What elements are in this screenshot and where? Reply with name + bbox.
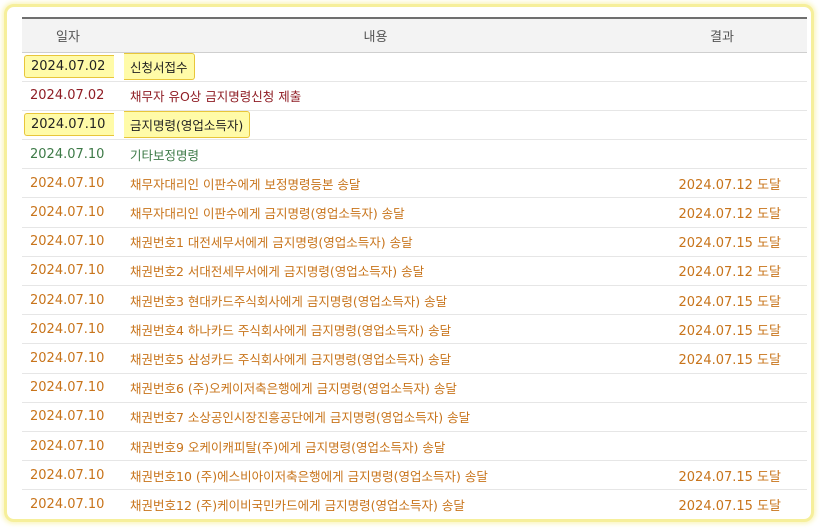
- row-content: 채무자대리인 이판수에게 보정명령등본 송달: [114, 168, 637, 199]
- row-date: 2024.07.10: [22, 431, 114, 462]
- row-result: 2024.07.12 도달: [637, 197, 807, 228]
- table-row: 2024.07.10 채권번호9 오케이캐피탈(주)에게 금지명령(영업소득자) …: [22, 431, 807, 462]
- row-date: 2024.07.10: [22, 314, 114, 345]
- table-row: 2024.07.10 기타보정명령: [22, 139, 807, 170]
- row-result: 2024.07.15 도달: [637, 343, 807, 374]
- case-progress-table: 일자 내용 결과 2024.07.02 신청서접수 2024.07.02 채무자 유O…: [22, 17, 807, 519]
- row-date: 2024.07.10: [22, 402, 114, 432]
- row-content: 채권번호10 (주)에스비아이저축은행에게 금지명령(영업소득자) 송달: [114, 460, 637, 491]
- row-date: 2024.07.10: [22, 227, 114, 257]
- table-row: 2024.07.10 채권번호10 (주)에스비아이저축은행에게 금지명령(영업소…: [22, 460, 807, 491]
- table-row: 2024.07.10 채권번호2 서대전세무서에게 금지명령(영업소득자) 송달 2…: [22, 256, 807, 287]
- row-date: 2024.07.10: [22, 110, 114, 141]
- row-date: 2024.07.10: [22, 168, 114, 199]
- table-row: 2024.07.10 채무자대리인 이판수에게 보정명령등본 송달 2024.07.…: [22, 168, 807, 199]
- row-content: 채무자대리인 이판수에게 금지명령(영업소득자) 송달: [114, 197, 637, 228]
- row-date: 2024.07.10: [22, 256, 114, 287]
- row-result: [637, 52, 807, 82]
- row-content: 채권번호7 소상공인시장진흥공단에게 금지명령(영업소득자) 송달: [114, 402, 637, 432]
- highlighted-content: 신청서접수: [124, 53, 195, 81]
- table-row: 2024.07.10 채권번호12 (주)케이비국민카드에게 금지명령(영업소득자…: [22, 489, 807, 519]
- row-content: 기타보정명령: [114, 139, 637, 170]
- row-date: 2024.07.10: [22, 343, 114, 374]
- header-row: 일자 내용 결과: [22, 17, 807, 53]
- row-date: 2024.07.10: [22, 373, 114, 403]
- row-result: 2024.07.12 도달: [637, 256, 807, 287]
- row-result: 2024.07.15 도달: [637, 460, 807, 491]
- row-date: 2024.07.10: [22, 139, 114, 170]
- row-content: 채권번호2 서대전세무서에게 금지명령(영업소득자) 송달: [114, 256, 637, 287]
- highlighted-date: 2024.07.10: [24, 113, 114, 137]
- row-content: 금지명령(영업소득자): [114, 110, 637, 141]
- row-result: 2024.07.15 도달: [637, 314, 807, 345]
- row-content: 채권번호5 삼성카드 주식회사에게 금지명령(영업소득자) 송달: [114, 343, 637, 374]
- row-result: 2024.07.15 도달: [637, 489, 807, 519]
- table-row: 2024.07.02 신청서접수: [22, 52, 807, 82]
- row-result: [637, 431, 807, 462]
- table-row: 2024.07.10 채권번호7 소상공인시장진흥공단에게 금지명령(영업소득자)…: [22, 402, 807, 432]
- table-row: 2024.07.10 채무자대리인 이판수에게 금지명령(영업소득자) 송달 202…: [22, 197, 807, 228]
- table-row: 2024.07.10 채권번호4 하나카드 주식회사에게 금지명령(영업소득자) …: [22, 314, 807, 345]
- highlighted-content: 금지명령(영업소득자): [124, 111, 251, 139]
- table-body: 2024.07.02 신청서접수 2024.07.02 채무자 유O상 금지명령신청 …: [22, 52, 807, 519]
- table-row: 2024.07.10 채권번호1 대전세무서에게 금지명령(영업소득자) 송달 20…: [22, 227, 807, 257]
- table-row: 2024.07.10 채권번호6 (주)오케이저축은행에게 금지명령(영업소득자)…: [22, 373, 807, 403]
- row-result: [637, 373, 807, 403]
- row-result: [637, 81, 807, 111]
- row-date: 2024.07.02: [22, 52, 114, 82]
- row-result: [637, 402, 807, 432]
- table-row: 2024.07.10 채권번호3 현대카드주식회사에게 금지명령(영업소득자) 송…: [22, 285, 807, 316]
- row-date: 2024.07.02: [22, 81, 114, 111]
- row-content: 채무자 유O상 금지명령신청 제출: [114, 81, 637, 111]
- row-result: 2024.07.12 도달: [637, 168, 807, 199]
- row-date: 2024.07.10: [22, 285, 114, 316]
- row-content: 채권번호4 하나카드 주식회사에게 금지명령(영업소득자) 송달: [114, 314, 637, 345]
- row-result: 2024.07.15 도달: [637, 227, 807, 257]
- row-result: [637, 110, 807, 141]
- row-content: 채권번호1 대전세무서에게 금지명령(영업소득자) 송달: [114, 227, 637, 257]
- row-date: 2024.07.10: [22, 197, 114, 228]
- row-content: 채권번호6 (주)오케이저축은행에게 금지명령(영업소득자) 송달: [114, 373, 637, 403]
- row-content: 신청서접수: [114, 52, 637, 82]
- row-date: 2024.07.10: [22, 460, 114, 491]
- table-row: 2024.07.10 금지명령(영업소득자): [22, 110, 807, 141]
- row-result: [637, 139, 807, 170]
- row-content: 채권번호12 (주)케이비국민카드에게 금지명령(영업소득자) 송달: [114, 489, 637, 519]
- row-date: 2024.07.10: [22, 489, 114, 519]
- header-date: 일자: [22, 17, 114, 53]
- highlight-frame: 일자 내용 결과 2024.07.02 신청서접수 2024.07.02 채무자 유O…: [4, 4, 814, 522]
- table-header: 일자 내용 결과: [22, 17, 807, 53]
- case-progress-table-wrap: 일자 내용 결과 2024.07.02 신청서접수 2024.07.02 채무자 유O…: [22, 17, 807, 519]
- table-row: 2024.07.02 채무자 유O상 금지명령신청 제출: [22, 81, 807, 111]
- table-row: 2024.07.10 채권번호5 삼성카드 주식회사에게 금지명령(영업소득자) …: [22, 343, 807, 374]
- header-result: 결과: [637, 17, 807, 53]
- highlighted-date: 2024.07.02: [24, 55, 114, 79]
- row-content: 채권번호9 오케이캐피탈(주)에게 금지명령(영업소득자) 송달: [114, 431, 637, 462]
- header-content: 내용: [114, 17, 637, 53]
- row-content: 채권번호3 현대카드주식회사에게 금지명령(영업소득자) 송달: [114, 285, 637, 316]
- row-result: 2024.07.15 도달: [637, 285, 807, 316]
